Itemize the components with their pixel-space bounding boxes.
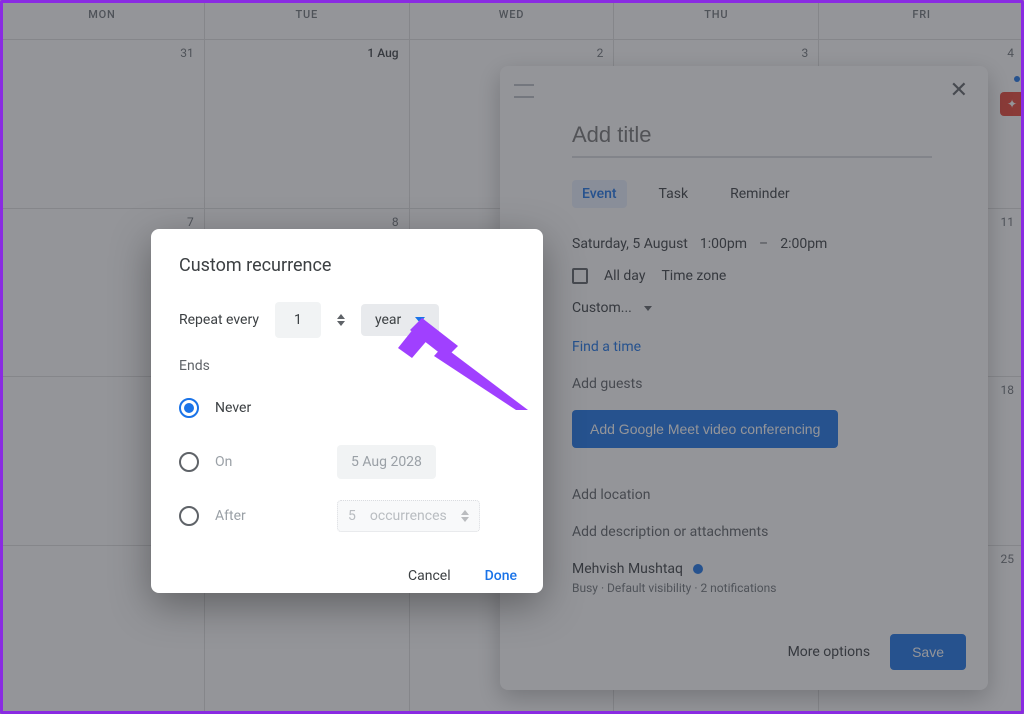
ends-after-radio[interactable] (179, 506, 199, 526)
repeat-unit-dropdown[interactable]: year (361, 304, 439, 336)
cancel-button[interactable]: Cancel (406, 560, 453, 592)
stepper-up-icon[interactable] (337, 314, 345, 319)
stepper-down-icon[interactable] (337, 321, 345, 326)
occurrences-stepper[interactable] (461, 510, 469, 522)
interval-stepper[interactable] (337, 314, 345, 326)
repeat-interval-input[interactable]: 1 (275, 302, 321, 338)
ends-on-date-input[interactable]: 5 Aug 2028 (337, 445, 436, 479)
occurrences-label: occurrences (370, 508, 447, 524)
ends-on-label: On (215, 454, 265, 470)
stepper-down-icon[interactable] (461, 517, 469, 522)
repeat-every-label: Repeat every (179, 312, 259, 328)
ends-label: Ends (179, 358, 519, 374)
ends-after-occurrences-input[interactable]: 5 occurrences (337, 500, 480, 532)
dialog-title: Custom recurrence (179, 255, 519, 276)
ends-never-label: Never (215, 400, 251, 416)
ends-never-radio[interactable] (179, 398, 199, 418)
chevron-down-icon (415, 317, 425, 323)
occurrences-count: 5 (348, 508, 356, 524)
stepper-up-icon[interactable] (461, 510, 469, 515)
ends-on-radio[interactable] (179, 452, 199, 472)
ends-after-label: After (215, 508, 265, 524)
done-button[interactable]: Done (483, 560, 519, 592)
custom-recurrence-dialog: Custom recurrence Repeat every 1 year En… (151, 229, 543, 593)
repeat-unit-value: year (375, 312, 401, 328)
